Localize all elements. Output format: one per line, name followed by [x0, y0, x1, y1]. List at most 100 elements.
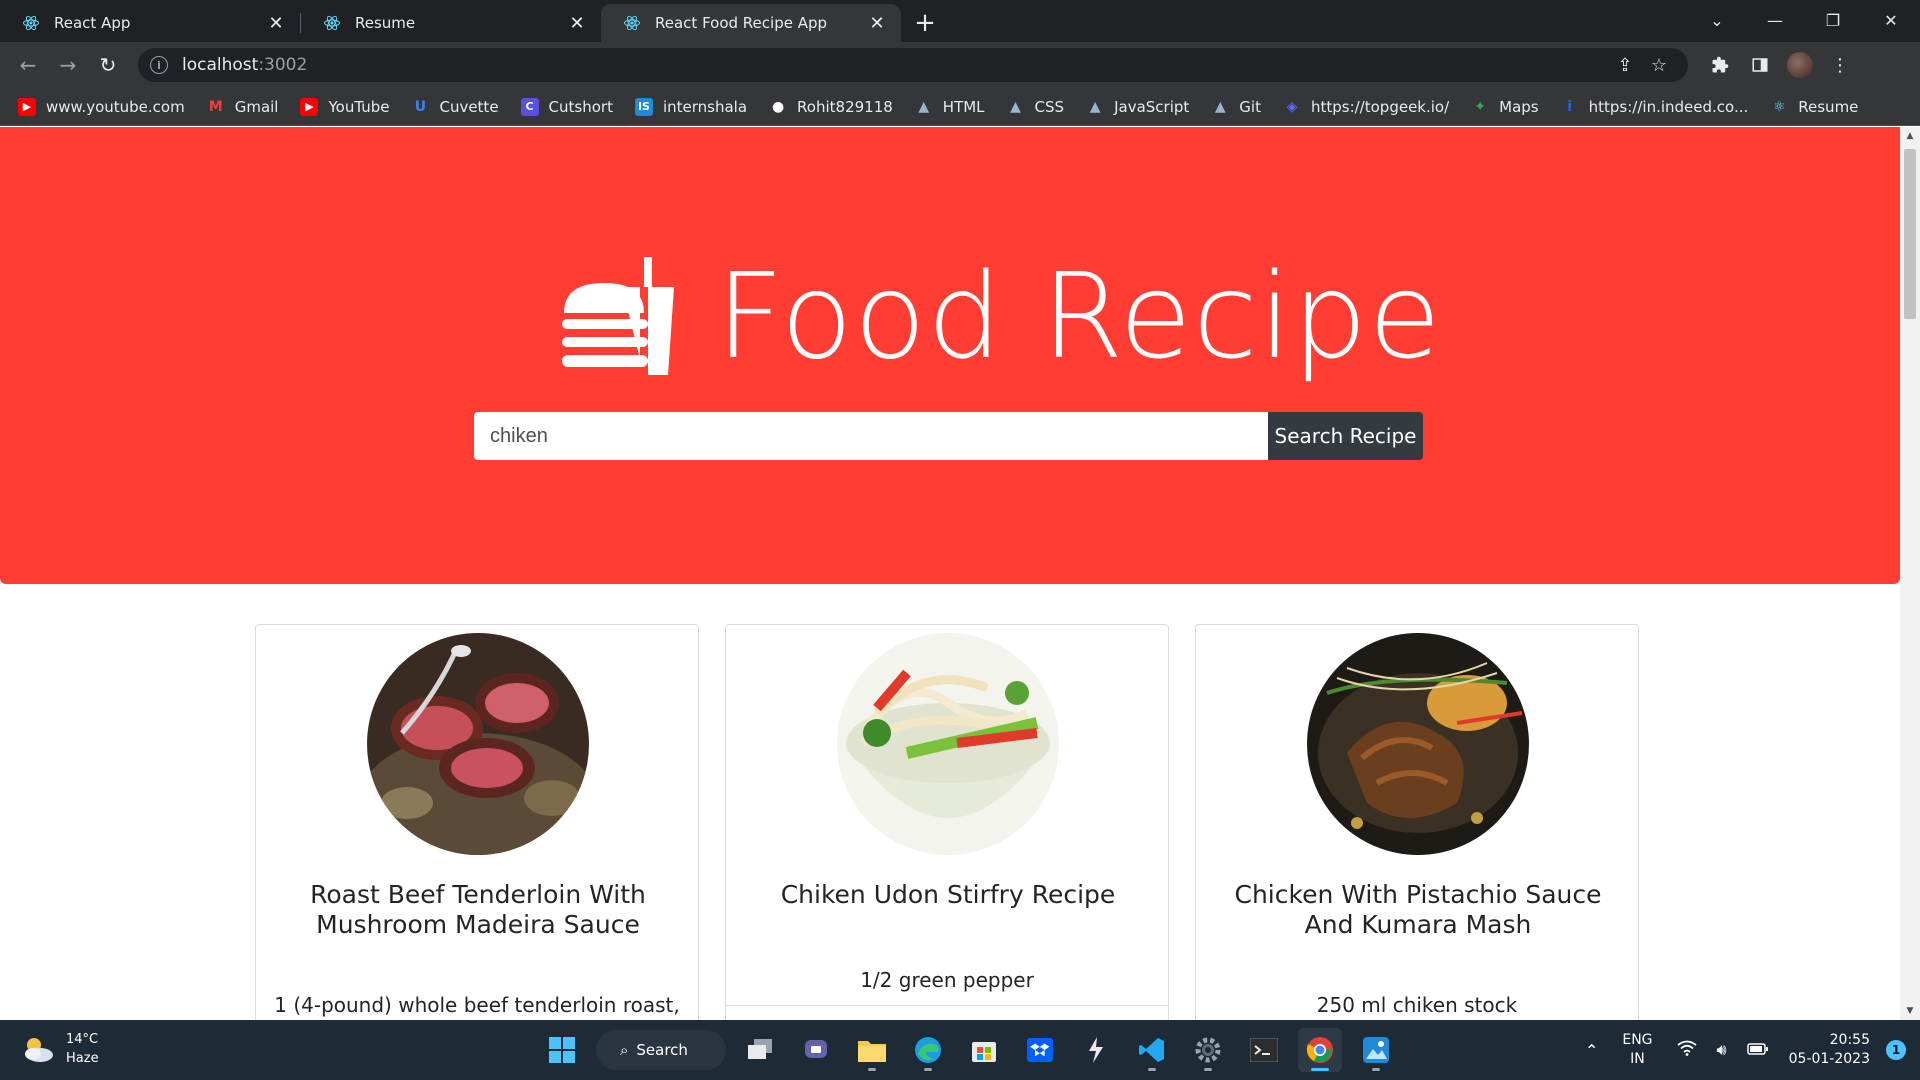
tab-react-food-recipe-app[interactable]: React Food Recipe App ✕ — [601, 4, 901, 42]
bookmark-item[interactable]: ▲ CSS — [1007, 97, 1065, 116]
close-icon[interactable]: ✕ — [867, 13, 887, 34]
mountain-icon: ▲ — [1010, 98, 1021, 115]
bookmark-item[interactable]: i https://in.indeed.co... — [1561, 97, 1749, 116]
bookmark-label: JavaScript — [1114, 97, 1190, 116]
youtube-icon: ▶ — [18, 97, 36, 116]
site-info-icon[interactable]: i — [150, 56, 168, 74]
windows-start-icon[interactable] — [540, 1028, 584, 1072]
bookmark-item[interactable]: M Gmail — [207, 98, 279, 116]
new-tab-button[interactable]: + — [907, 5, 943, 41]
youtube-icon: ▶ — [300, 97, 319, 116]
bookmark-item[interactable]: ▶ YouTube — [300, 97, 390, 116]
recipe-card[interactable]: Chicken With Pistachio Sauce And Kumara … — [1195, 624, 1639, 1020]
address-bar[interactable]: i localhost:3002 ⇪ ☆ — [138, 48, 1688, 82]
tab-resume[interactable]: Resume ✕ — [301, 4, 601, 42]
bookmark-item[interactable]: ◈ https://topgeek.io/ — [1283, 98, 1450, 116]
tab-title: React App — [54, 14, 131, 32]
sublime-icon[interactable] — [1074, 1028, 1118, 1072]
system-clock[interactable]: 20:55 05-01-2023 — [1789, 1031, 1870, 1069]
side-panel-icon[interactable] — [1740, 56, 1780, 74]
react-icon — [623, 14, 641, 32]
search-recipe-button[interactable]: Search Recipe — [1268, 412, 1423, 460]
close-icon[interactable]: ✕ — [266, 13, 286, 34]
task-view-icon[interactable] — [738, 1028, 782, 1072]
bookmark-label: CSS — [1034, 97, 1065, 116]
photos-icon[interactable] — [1354, 1028, 1398, 1072]
taskbar-search-label: Search — [636, 1041, 688, 1059]
kebab-menu-icon[interactable]: ⋮ — [1820, 55, 1860, 76]
tab-search-chevron-icon[interactable]: ⌄ — [1688, 0, 1746, 40]
battery-icon[interactable] — [1746, 1041, 1769, 1060]
taskbar-search[interactable]: ⌕ Search — [596, 1030, 726, 1070]
bookmark-label: Cutshort — [548, 97, 613, 116]
bookmark-label: YouTube — [328, 97, 390, 116]
dropbox-icon[interactable] — [1018, 1028, 1062, 1072]
hero-banner: Food Recipe Search Recipe — [0, 127, 1900, 584]
chrome-icon[interactable] — [1298, 1028, 1342, 1072]
close-icon[interactable]: ✕ — [567, 13, 587, 34]
bookmark-item[interactable]: ⚛ Resume — [1770, 98, 1858, 116]
share-icon[interactable]: ⇪ — [1608, 55, 1642, 76]
settings-gear-icon[interactable] — [1186, 1028, 1230, 1072]
maps-icon: ✦ — [1474, 98, 1487, 115]
chicken-pistachio-photo[interactable] — [1307, 633, 1529, 855]
mountain-icon: ▲ — [1214, 98, 1226, 115]
search-input[interactable] — [474, 412, 1268, 460]
tab-react-app[interactable]: React App ✕ — [0, 4, 300, 42]
wifi-icon[interactable] — [1676, 1040, 1697, 1060]
extensions-puzzle-icon[interactable] — [1700, 56, 1740, 74]
back-arrow-icon[interactable]: ← — [8, 45, 48, 85]
bookmark-item[interactable]: ✦ Maps — [1471, 98, 1538, 116]
bookmark-item[interactable]: ▶ www.youtube.com — [18, 97, 185, 116]
weather-condition: Haze — [66, 1051, 99, 1066]
tab-title: React Food Recipe App — [655, 14, 828, 32]
window-controls: ⌄ — ❐ ✕ — [1688, 0, 1920, 40]
microsoft-store-icon[interactable] — [962, 1028, 1006, 1072]
bookmark-label: https://in.indeed.co... — [1588, 97, 1749, 116]
file-explorer-icon[interactable] — [850, 1028, 894, 1072]
scroll-down-icon[interactable]: ▼ — [1900, 1002, 1920, 1020]
volume-icon[interactable]: 🔊︎ — [1717, 1040, 1727, 1060]
page-scrollbar[interactable]: ▲ ▼ — [1900, 127, 1920, 1020]
edge-browser-icon[interactable] — [906, 1028, 950, 1072]
roast-beef-photo[interactable] — [367, 633, 589, 855]
recipe-title: Roast Beef Tenderloin With Mushroom Made… — [310, 880, 646, 939]
restore-icon[interactable]: ❐ — [1804, 0, 1862, 40]
bookmark-item[interactable]: ● Rohit829118 — [769, 98, 893, 116]
scroll-up-icon[interactable]: ▲ — [1900, 127, 1920, 145]
chevron-up-icon[interactable]: ⌃ — [1585, 1041, 1598, 1060]
bookmark-item[interactable]: U Cuvette — [411, 98, 499, 116]
forward-arrow-icon[interactable]: → — [48, 45, 88, 85]
recipe-title: Chicken With Pistachio Sauce And Kumara … — [1234, 880, 1602, 939]
minimize-icon[interactable]: — — [1746, 0, 1804, 40]
teams-chat-icon[interactable] — [794, 1028, 838, 1072]
scrollbar-thumb[interactable] — [1904, 149, 1916, 319]
profile-avatar[interactable] — [1780, 52, 1820, 78]
bookmark-item[interactable]: IS internshala — [634, 97, 747, 116]
vscode-icon[interactable] — [1130, 1028, 1174, 1072]
bookmark-item[interactable]: C Cutshort — [520, 97, 613, 116]
browser-toolbar: ← → ↻ i localhost:3002 ⇪ ☆ ⋮ — [0, 42, 1920, 88]
weather-widget[interactable]: 14°C Haze — [20, 1030, 99, 1068]
notification-badge[interactable]: 1 — [1886, 1040, 1906, 1060]
bookmark-label: www.youtube.com — [46, 97, 185, 116]
reload-icon[interactable]: ↻ — [88, 45, 128, 85]
bookmark-star-icon[interactable]: ☆ — [1642, 55, 1676, 76]
close-window-icon[interactable]: ✕ — [1862, 0, 1920, 40]
language-indicator[interactable]: ENG IN — [1622, 1031, 1652, 1069]
terminal-icon[interactable] — [1242, 1028, 1286, 1072]
internshala-icon: IS — [634, 97, 653, 116]
bookmark-item[interactable]: ▲ Git — [1211, 98, 1261, 116]
search-form: Search Recipe — [474, 412, 1423, 460]
indeed-icon: i — [1567, 98, 1573, 115]
recipe-card[interactable]: Roast Beef Tenderloin With Mushroom Made… — [255, 624, 699, 1020]
bookmark-label: HTML — [942, 97, 985, 116]
recipe-ingredient: 1/2 green pepper — [860, 968, 1034, 992]
udon-stirfry-photo[interactable] — [837, 633, 1059, 855]
recipe-ingredient: 1 (4-pound) whole beef tenderloin roast, — [274, 993, 680, 1017]
lang-code: ENG — [1622, 1032, 1653, 1048]
region-code: IN — [1630, 1051, 1645, 1067]
recipe-card[interactable]: Chiken Udon Stirfry Recipe 1/2 green pep… — [725, 624, 1169, 1020]
bookmark-item[interactable]: ▲ JavaScript — [1086, 97, 1190, 116]
bookmark-item[interactable]: ▲ HTML — [915, 97, 985, 116]
